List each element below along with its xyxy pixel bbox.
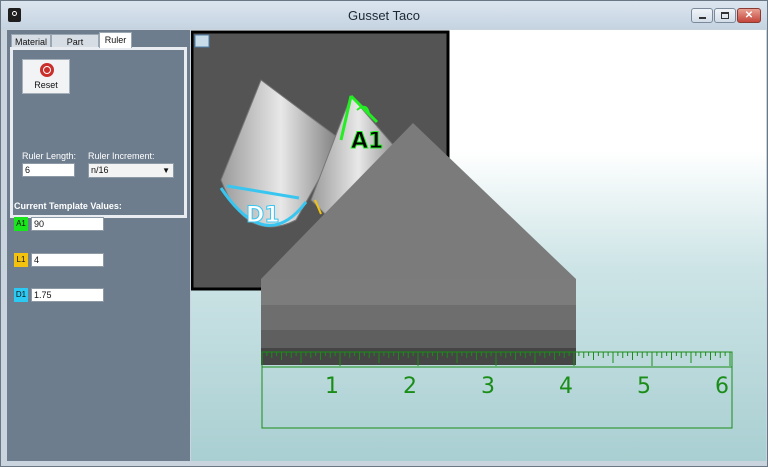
app-window: Gusset Taco ✕ Material Part Details Rule…	[0, 0, 768, 467]
scene-svg: A1 D1 1 2 3 4 5 6	[191, 30, 733, 429]
chevron-down-icon: ▼	[162, 166, 170, 175]
a1-badge: A1	[14, 217, 28, 231]
ruler-number: 1	[325, 374, 339, 399]
title-bar: Gusset Taco ✕	[1, 1, 767, 29]
ruler-length-label: Ruler Length:	[22, 151, 77, 161]
ruler-number: 3	[481, 374, 495, 399]
minimize-button[interactable]	[691, 8, 713, 23]
tab-material[interactable]: Material	[11, 34, 51, 48]
l1-value-input[interactable]: 4	[31, 253, 104, 267]
ruler-length-input[interactable]: 6	[22, 163, 75, 177]
ruler-increment-select[interactable]: n/16 ▼	[88, 163, 174, 178]
a1-value-input[interactable]: 90	[31, 217, 104, 231]
reset-label: Reset	[34, 80, 58, 90]
d1-value-input[interactable]: 1.75	[31, 288, 104, 302]
tab-ruler[interactable]: Ruler	[99, 32, 132, 48]
tab-part-details[interactable]: Part Details	[51, 34, 99, 61]
left-panel: Material Part Details Ruler Reset Ruler …	[7, 30, 190, 461]
gusset-face-2	[261, 305, 576, 330]
d1-badge: D1	[14, 288, 28, 302]
close-icon: ✕	[744, 10, 754, 21]
a1-label: A1	[351, 129, 383, 154]
ruler-increment-value: n/16	[91, 165, 109, 175]
view-toggle-icon[interactable]	[194, 34, 210, 48]
gusset-face-1	[261, 279, 576, 305]
maximize-button[interactable]	[714, 8, 736, 23]
ruler-number: 2	[403, 374, 417, 399]
gusset-face-3	[261, 330, 576, 348]
d1-label: D1	[246, 203, 280, 228]
ruler-number: 4	[559, 374, 573, 399]
reset-button[interactable]: Reset	[22, 59, 70, 94]
ruler-increment-label: Ruler Increment:	[88, 151, 155, 161]
ruler-number: 6	[715, 374, 729, 399]
close-button[interactable]: ✕	[737, 8, 761, 23]
template-values-title: Current Template Values:	[14, 201, 122, 211]
render-viewport[interactable]: A1 D1 1 2 3 4 5 6	[191, 30, 766, 461]
ruler-tab-panel: Reset Ruler Length: 6 Ruler Increment: n…	[10, 47, 187, 218]
l1-badge: L1	[14, 253, 28, 267]
reset-icon	[40, 63, 54, 77]
ruler-number: 5	[637, 374, 651, 399]
window-title: Gusset Taco	[347, 8, 421, 23]
maximize-icon	[721, 12, 729, 19]
minimize-icon	[699, 17, 706, 19]
